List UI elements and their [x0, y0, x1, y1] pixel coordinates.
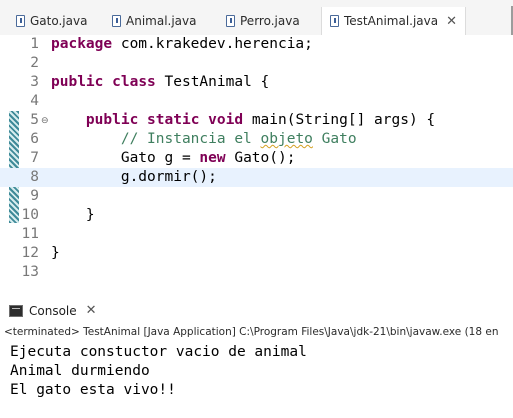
keyword-token: package — [51, 36, 113, 52]
console-output-line: El gato esta vivo!! — [10, 382, 176, 398]
line-number: 13 — [21, 264, 39, 278]
code-token: com.krakedev.herencia; — [112, 36, 313, 52]
code-line[interactable]: 6 // Instancia el objeto Gato — [0, 130, 513, 149]
code-editor[interactable]: 1 package com.krakedev.herencia; 2 3 public … — [0, 35, 513, 278]
keyword-token: static — [147, 112, 200, 128]
code-text: public static void main(String[] args) { — [51, 111, 435, 130]
keyword-token: public — [51, 74, 104, 90]
code-line[interactable]: 8 g.dormir(); — [0, 168, 513, 187]
close-icon[interactable]: ✕ — [86, 303, 97, 318]
code-token: main(String[] args) { — [243, 112, 436, 128]
console-output[interactable]: Ejecuta constuctor vacio de animal Animal… — [10, 343, 307, 400]
line-number: 11 — [21, 226, 39, 242]
line-number: 10 — [21, 207, 39, 223]
line-number: 8 — [30, 169, 39, 185]
console-icon — [9, 304, 23, 317]
console-view-header: Console ✕ — [0, 299, 513, 323]
console-output-line: Ejecuta constuctor vacio de animal — [10, 344, 307, 360]
tab-console[interactable]: Console ✕ — [9, 303, 97, 318]
line-number: 3 — [30, 74, 39, 90]
code-text: } — [51, 244, 60, 263]
tab-perro-java[interactable]: Perro.java — [226, 9, 300, 33]
line-number: 12 — [21, 245, 39, 261]
java-file-icon — [112, 15, 121, 27]
tab-testanimal-java[interactable]: TestAnimal.java ✕ — [321, 7, 467, 35]
code-line[interactable]: 11 — [0, 225, 513, 244]
code-line[interactable]: 12} — [0, 244, 513, 263]
line-number: 9 — [30, 188, 39, 204]
comment-token: objeto — [260, 131, 313, 147]
code-token: Gato(); — [225, 150, 296, 166]
java-file-icon — [330, 15, 339, 27]
line-number: 6 — [30, 131, 39, 147]
code-text: public class TestAnimal { — [51, 73, 269, 92]
code-text: } — [51, 206, 95, 225]
tab-animal-java[interactable]: Animal.java — [112, 9, 196, 33]
code-text: Gato g = new Gato(); — [51, 149, 296, 168]
code-line[interactable]: 7 Gato g = new Gato(); — [0, 149, 513, 168]
java-file-icon — [226, 15, 235, 27]
code-line[interactable]: 2 — [0, 54, 513, 73]
java-file-icon — [16, 15, 25, 27]
tab-label: Animal.java — [126, 14, 197, 28]
keyword-token: new — [199, 150, 226, 166]
tab-label: Perro.java — [240, 14, 300, 28]
tab-gato-java[interactable]: Gato.java — [16, 9, 87, 33]
comment-token: Gato — [312, 131, 357, 147]
tab-label: Gato.java — [30, 14, 88, 28]
code-token: } — [51, 207, 95, 223]
code-line[interactable]: 5 ⊖ public static void main(String[] args… — [0, 111, 513, 130]
close-icon[interactable]: ✕ — [446, 15, 457, 28]
code-line[interactable]: 10 } — [0, 206, 513, 225]
console-status-line: <terminated> TestAnimal [Java Applicatio… — [4, 326, 499, 338]
keyword-token: void — [208, 112, 244, 128]
code-token: Gato g = — [51, 150, 200, 166]
code-token: g.dormir(); — [51, 169, 217, 185]
code-token: } — [51, 245, 60, 261]
line-number: 7 — [30, 150, 39, 166]
tab-label: TestAnimal.java — [344, 14, 439, 28]
code-text: package com.krakedev.herencia; — [51, 35, 313, 54]
code-line[interactable]: 3 public class TestAnimal { — [0, 73, 513, 92]
line-number: 5 — [30, 112, 39, 128]
code-text: // Instancia el objeto Gato — [51, 130, 357, 149]
keyword-token: public — [85, 112, 139, 128]
code-line[interactable]: 13 — [0, 263, 513, 278]
fold-collapse-icon[interactable]: ⊖ — [41, 112, 49, 131]
line-number: 4 — [30, 93, 39, 109]
code-line[interactable]: 1 package com.krakedev.herencia; — [0, 35, 513, 54]
console-tab-label: Console — [29, 303, 77, 318]
console-output-line: Animal durmiendo — [10, 363, 150, 379]
code-line[interactable]: 4 — [0, 92, 513, 111]
line-number: 2 — [30, 55, 39, 71]
code-text: g.dormir(); — [51, 168, 217, 187]
keyword-token: class — [112, 74, 156, 90]
line-number: 1 — [30, 36, 39, 52]
code-token: TestAnimal { — [155, 74, 270, 90]
comment-token: // Instancia el — [120, 131, 261, 147]
code-line[interactable]: 9 — [0, 187, 513, 206]
editor-tab-bar: Gato.java Animal.java Perro.java TestAni… — [0, 0, 513, 35]
